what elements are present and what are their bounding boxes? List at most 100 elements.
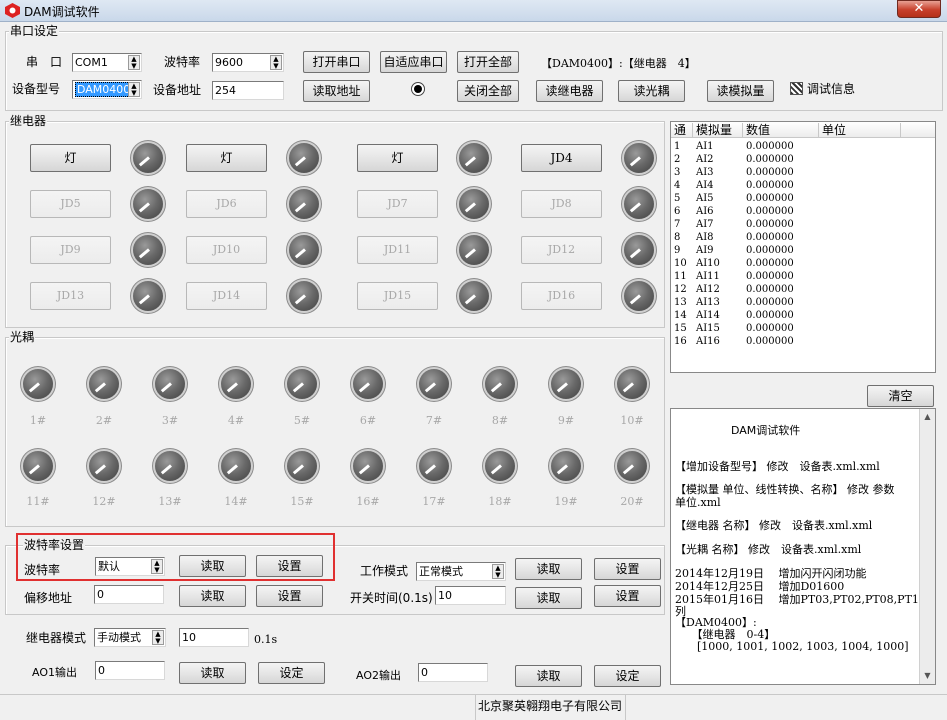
spin-icon[interactable]: ▲ ▼ — [151, 559, 163, 574]
relay-button-4[interactable]: JD4 — [521, 144, 602, 172]
relay-button-16[interactable]: JD16 — [521, 282, 602, 310]
table-row[interactable]: 13 AI13 0.000000 — [671, 296, 935, 309]
switch-time-read-button[interactable]: 读取 — [515, 587, 582, 609]
table-row[interactable]: 12 AI12 0.000000 — [671, 283, 935, 296]
switch-time-set-button[interactable]: 设置 — [594, 585, 661, 607]
device-type-select[interactable]: DAM0400 ▲ ▼ — [72, 80, 142, 99]
scroll-up-icon[interactable]: ▲ — [922, 411, 933, 423]
relay-mode-time-input[interactable]: 10 — [179, 628, 249, 647]
baud-setting-select[interactable]: 默认 ▲ ▼ — [95, 557, 165, 576]
switch-time-input[interactable]: 10 — [435, 586, 506, 605]
table-row[interactable]: 9 AI9 0.000000 — [671, 244, 935, 257]
relay-button-9[interactable]: JD9 — [30, 236, 111, 264]
spin-icon[interactable]: ▲ ▼ — [128, 82, 140, 97]
table-row[interactable]: 8 AI8 0.000000 — [671, 231, 935, 244]
log-line: 单位.xml — [675, 496, 721, 509]
relay-button-3[interactable]: 灯 — [357, 144, 438, 172]
status-radio[interactable] — [411, 82, 425, 96]
table-row[interactable]: 16 AI16 0.000000 — [671, 335, 935, 348]
col-value[interactable]: 数值 — [743, 123, 819, 137]
close-icon[interactable]: ✕ — [897, 0, 941, 18]
debug-label: 调试信息 — [807, 82, 856, 96]
table-row[interactable]: 7 AI7 0.000000 — [671, 218, 935, 231]
col-channel[interactable]: 通 — [671, 123, 693, 137]
table-row[interactable]: 2 AI2 0.000000 — [671, 153, 935, 166]
relay-button-2[interactable]: 灯 — [186, 144, 267, 172]
optocoupler-label: 16# — [356, 495, 380, 508]
table-row[interactable]: 11 AI11 0.000000 — [671, 270, 935, 283]
table-row[interactable]: 10 AI10 0.000000 — [671, 257, 935, 270]
open-all-button[interactable]: 打开全部 — [457, 51, 519, 73]
relay-indicator-icon — [289, 143, 319, 173]
relay-button-15[interactable]: JD15 — [357, 282, 438, 310]
read-optocoupler-button[interactable]: 读光耦 — [618, 80, 685, 102]
col-unit[interactable]: 单位 — [819, 123, 901, 137]
work-mode-select[interactable]: 正常模式 ▲ ▼ — [416, 562, 506, 581]
relay-button-14[interactable]: JD14 — [186, 282, 267, 310]
table-cell: 0.000000 — [746, 258, 794, 269]
offset-set-button[interactable]: 设置 — [256, 585, 323, 607]
spin-icon[interactable]: ▲ ▼ — [270, 55, 282, 70]
relay-mode-select[interactable]: 手动模式 ▲ ▼ — [94, 628, 166, 647]
optocoupler-indicator-icon — [485, 451, 515, 481]
relay-button-11[interactable]: JD11 — [357, 236, 438, 264]
table-row[interactable]: 14 AI14 0.000000 — [671, 309, 935, 322]
status-pane — [0, 695, 476, 720]
relay-button-5[interactable]: JD5 — [30, 190, 111, 218]
title-bar: DAM调试软件 ✕ — [0, 0, 947, 22]
log-scrollbar[interactable]: ▲ ▼ — [919, 409, 935, 684]
relay-indicator-icon — [624, 235, 654, 265]
ao1-input[interactable]: 0 — [95, 661, 165, 680]
close-all-button[interactable]: 关闭全部 — [457, 80, 519, 102]
relay-indicator-icon — [133, 189, 163, 219]
spin-icon[interactable]: ▲ ▼ — [492, 564, 504, 579]
table-cell: 0.000000 — [746, 206, 794, 217]
ao1-read-button[interactable]: 读取 — [179, 662, 246, 684]
offset-read-button[interactable]: 读取 — [179, 585, 246, 607]
col-analog[interactable]: 模拟量 — [693, 123, 743, 137]
spin-icon[interactable]: ▲ ▼ — [128, 55, 140, 70]
optocoupler-indicator-icon — [155, 451, 185, 481]
relay-button-1[interactable]: 灯 — [30, 144, 111, 172]
relay-indicator-icon — [459, 189, 489, 219]
relay-button-8[interactable]: JD8 — [521, 190, 602, 218]
debug-checkbox[interactable] — [790, 82, 803, 95]
read-addr-button[interactable]: 读取地址 — [303, 80, 370, 102]
read-relay-button[interactable]: 读继电器 — [536, 80, 603, 102]
read-analog-button[interactable]: 读模拟量 — [707, 80, 774, 102]
device-addr-input[interactable]: 254 — [212, 81, 284, 100]
ao2-set-button[interactable]: 设定 — [594, 665, 661, 687]
debug-log[interactable]: DAM调试软件 【增加设备型号】 修改 设备表.xml.xml 【模拟量 单位、线性… — [670, 408, 936, 685]
open-port-button[interactable]: 打开串口 — [303, 51, 370, 73]
table-cell: 0.000000 — [746, 232, 794, 243]
table-cell: AI9 — [696, 245, 714, 256]
scroll-down-icon[interactable]: ▼ — [922, 670, 933, 682]
table-row[interactable]: 5 AI5 0.000000 — [671, 192, 935, 205]
ao1-set-button[interactable]: 设定 — [258, 662, 325, 684]
table-row[interactable]: 3 AI3 0.000000 — [671, 166, 935, 179]
table-row[interactable]: 15 AI15 0.000000 — [671, 322, 935, 335]
table-row[interactable]: 4 AI4 0.000000 — [671, 179, 935, 192]
ao2-input[interactable]: 0 — [418, 663, 488, 682]
table-row[interactable]: 6 AI6 0.000000 — [671, 205, 935, 218]
table-cell: AI6 — [696, 206, 714, 217]
auto-port-button[interactable]: 自适应串口 — [380, 51, 447, 73]
ao2-read-button[interactable]: 读取 — [515, 665, 582, 687]
table-row[interactable]: 1 AI1 0.000000 — [671, 140, 935, 153]
work-mode-set-button[interactable]: 设置 — [594, 558, 661, 580]
work-mode-read-button[interactable]: 读取 — [515, 558, 582, 580]
relay-button-13[interactable]: JD13 — [30, 282, 111, 310]
optocoupler-indicator-icon — [89, 369, 119, 399]
clear-button[interactable]: 清空 — [867, 385, 934, 407]
baud-select[interactable]: 9600 ▲ ▼ — [212, 53, 284, 72]
relay-button-7[interactable]: JD7 — [357, 190, 438, 218]
optocoupler-indicator-icon — [353, 369, 383, 399]
port-select[interactable]: COM1 ▲ ▼ — [72, 53, 142, 72]
relay-button-12[interactable]: JD12 — [521, 236, 602, 264]
baud-read-button[interactable]: 读取 — [179, 555, 246, 577]
relay-button-10[interactable]: JD10 — [186, 236, 267, 264]
spin-icon[interactable]: ▲ ▼ — [152, 630, 164, 645]
relay-button-6[interactable]: JD6 — [186, 190, 267, 218]
baud-set-button[interactable]: 设置 — [256, 555, 323, 577]
offset-input[interactable]: 0 — [94, 585, 164, 604]
